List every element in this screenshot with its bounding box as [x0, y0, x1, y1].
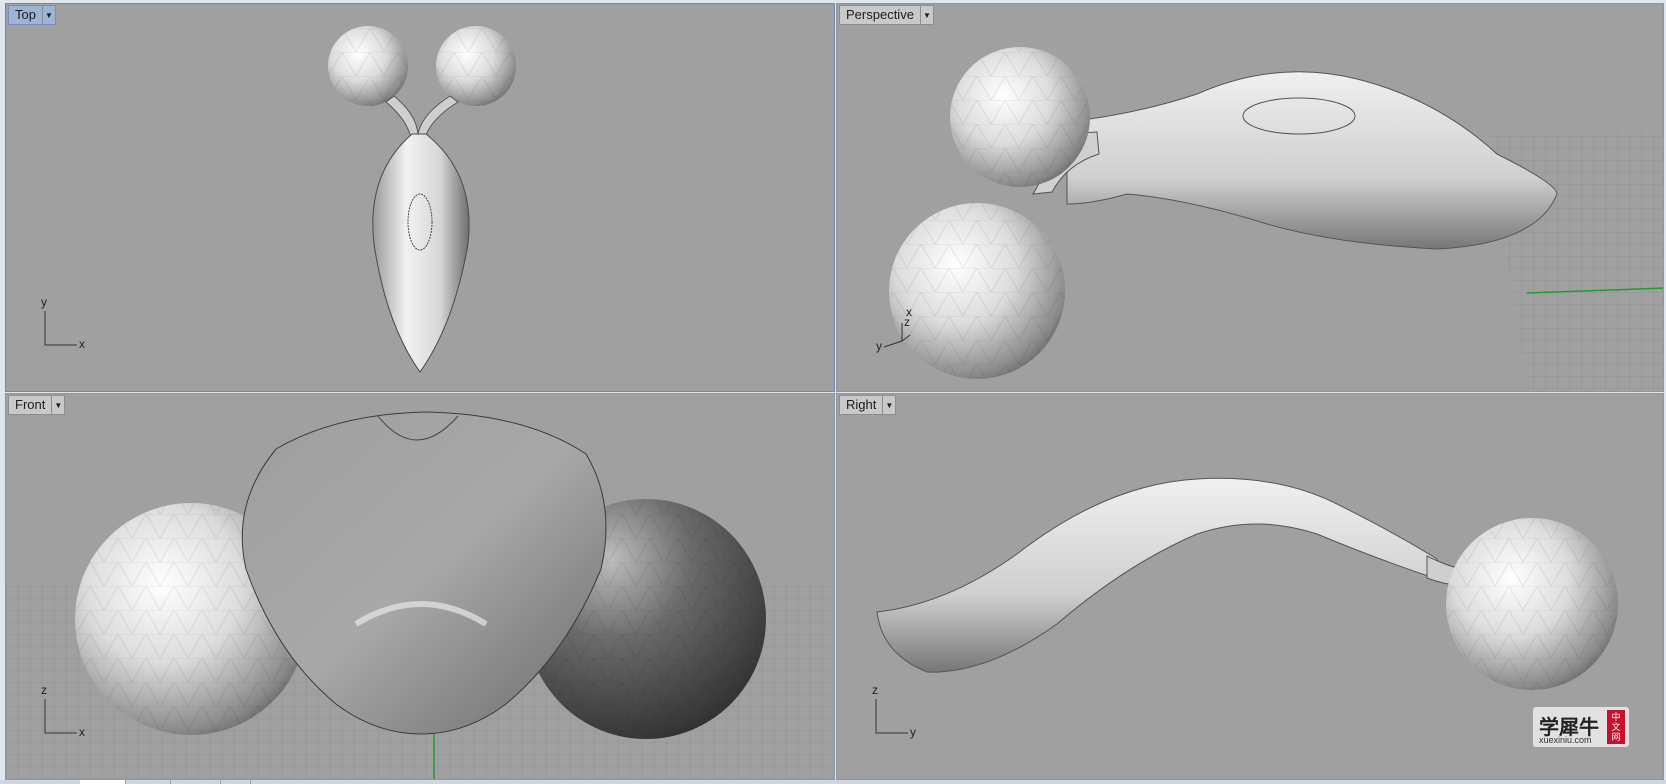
viewport-title: Front [15, 397, 46, 412]
viewport-title: Top [15, 7, 36, 22]
chevron-down-icon[interactable]: ▼ [41, 6, 55, 24]
axis-label-z: z [41, 683, 47, 697]
axis-indicator: y x [39, 295, 99, 357]
watermark-badge-char: 文 [1611, 722, 1621, 732]
viewport-tab-top[interactable]: Top ▼ [8, 5, 56, 25]
chevron-down-icon[interactable]: ▼ [919, 6, 933, 24]
perspective-view-model[interactable] [837, 4, 1664, 392]
watermark-site: xuexiniu.com [1539, 735, 1592, 745]
axis-label-y: y [910, 725, 916, 739]
layout-tab-strip[interactable] [0, 780, 1666, 784]
handle-body [876, 477, 1438, 673]
watermark-logo: 学犀牛 xuexiniu.com 中 文 网 [1533, 707, 1629, 747]
watermark-badge-char: 中 [1611, 712, 1621, 722]
chevron-down-icon[interactable]: ▼ [51, 396, 64, 414]
axis-label-x: x [79, 337, 85, 351]
axis-label-y: y [41, 295, 47, 309]
front-view-model[interactable] [6, 394, 835, 780]
layout-tab[interactable] [0, 780, 81, 784]
top-view-model[interactable] [6, 4, 835, 392]
chevron-down-icon[interactable]: ▼ [882, 396, 895, 414]
viewport-tab-perspective[interactable]: Perspective ▼ [839, 5, 934, 25]
layout-tab[interactable] [220, 780, 251, 784]
viewport-tab-right[interactable]: Right ▼ [839, 395, 897, 415]
viewport-tab-front[interactable]: Front ▼ [8, 395, 66, 415]
watermark-title: 学犀牛 [1539, 715, 1599, 739]
viewport-perspective[interactable]: Perspective ▼ z y x [836, 3, 1664, 392]
axis-indicator: z y [870, 683, 930, 745]
axis-indicator: z y x [870, 305, 930, 357]
axis-label-z: z [872, 683, 878, 697]
layout-tab[interactable] [125, 780, 171, 784]
viewport-top[interactable]: Top ▼ y x [5, 3, 835, 392]
axis-label-x: x [79, 725, 85, 739]
viewport-right[interactable]: Right ▼ z y 学犀牛 xuexiniu.com 中 文 网 [836, 393, 1664, 780]
handle-body [372, 133, 470, 373]
watermark-badge: 中 文 网 [1607, 710, 1625, 744]
layout-tab[interactable] [170, 780, 221, 784]
axis-label-x: x [906, 305, 912, 319]
watermark-badge-char: 网 [1611, 732, 1621, 742]
layout-tab[interactable] [80, 780, 126, 784]
axis-label-y: y [876, 339, 882, 353]
viewport-title: Right [846, 397, 877, 412]
viewport-title: Perspective [846, 7, 914, 22]
viewport-front[interactable]: Front ▼ z x [5, 393, 835, 780]
axis-indicator: z x [39, 683, 99, 745]
